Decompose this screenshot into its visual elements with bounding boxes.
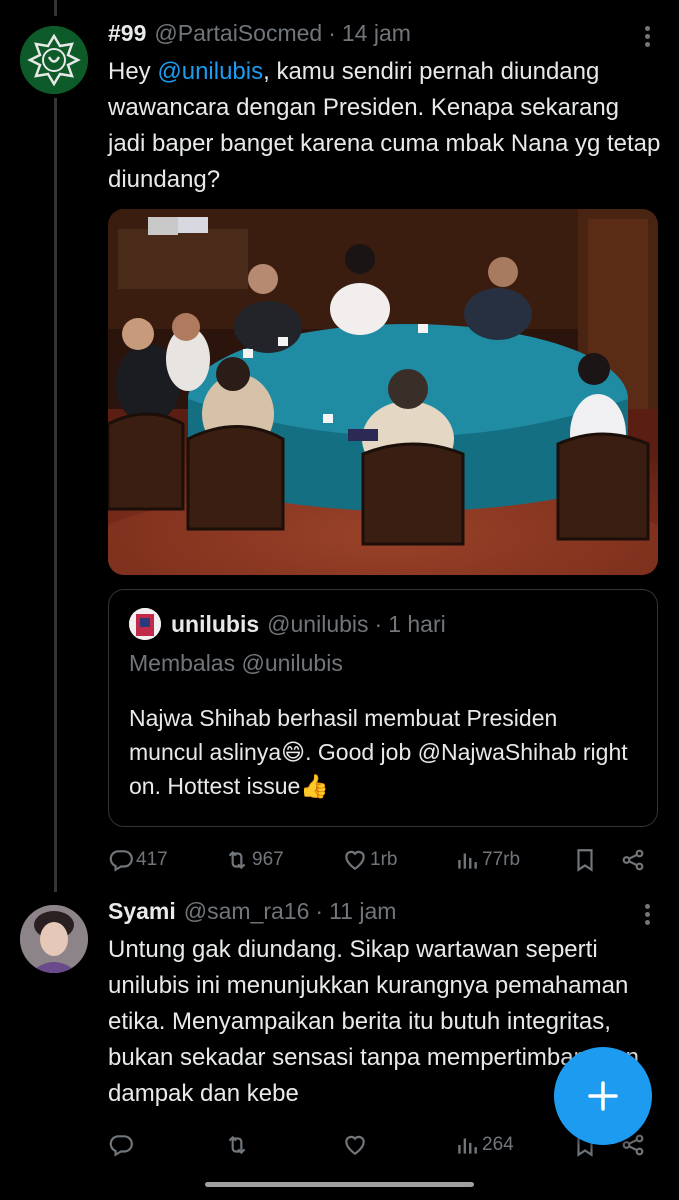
- tweet-photo[interactable]: [108, 209, 658, 575]
- like-button[interactable]: [342, 1132, 370, 1158]
- compose-button[interactable]: [554, 1047, 652, 1145]
- bookmark-icon: [577, 849, 593, 872]
- thread-connector-top: [54, 0, 57, 16]
- views-icon: [458, 853, 477, 869]
- display-name[interactable]: Syami: [108, 898, 176, 925]
- repost-button[interactable]: 967: [224, 847, 284, 873]
- quoted-avatar: [129, 608, 161, 640]
- profile-photo: [20, 905, 88, 973]
- separator-dot: ·: [374, 610, 383, 637]
- quoted-handle: @unilubis: [267, 610, 369, 637]
- repost-count: 967: [252, 849, 284, 870]
- tweet-header: Syami @sam_ra16 · 11 jam: [108, 898, 661, 932]
- avatar-partaisocmed[interactable]: [20, 26, 88, 94]
- user-handle[interactable]: @sam_ra16: [184, 898, 310, 925]
- reply-button[interactable]: [108, 1132, 136, 1158]
- quoted-display-name: unilubis: [171, 610, 260, 637]
- gesture-home-bar[interactable]: [205, 1182, 474, 1187]
- views-button[interactable]: 77rb: [454, 847, 520, 873]
- tweet-text: Hey @unilubis, kamu sendiri pernah diund…: [108, 58, 661, 193]
- avatar-syami[interactable]: [20, 905, 88, 973]
- like-icon: [345, 850, 365, 870]
- tweet-partaisocmed[interactable]: #99 @PartaiSocmed · 14 jam Hey @unilubis…: [108, 20, 661, 881]
- round-table-interview-image: [108, 209, 658, 575]
- more-icon[interactable]: [633, 26, 661, 50]
- repost-button[interactable]: [224, 1132, 252, 1158]
- tweet-time[interactable]: 11 jam: [329, 898, 396, 925]
- share-button[interactable]: [620, 847, 646, 873]
- quoted-time: 1 hari: [388, 610, 446, 637]
- compose-plus-icon: [588, 1081, 618, 1111]
- party-logo-icon: [20, 26, 88, 94]
- thread-connector: [54, 98, 57, 892]
- views-count: 264: [482, 1134, 514, 1155]
- replying-to: Membalas @unilubis: [129, 650, 343, 676]
- repost-icon: [228, 1135, 246, 1155]
- repost-icon: [228, 850, 246, 870]
- quoted-tweet[interactable]: unilubis @unilubis · 1 hari Membalas @un…: [108, 589, 658, 827]
- separator-dot: ·: [328, 20, 336, 46]
- quoted-header: unilubis @unilubis · 1 hari: [129, 608, 637, 640]
- bookmark-button[interactable]: [572, 847, 598, 873]
- more-icon[interactable]: [633, 904, 661, 928]
- tweet-actions: 417 967 1rb 77rb: [108, 841, 661, 881]
- like-icon: [345, 1135, 365, 1155]
- display-name[interactable]: #99: [108, 20, 146, 47]
- reply-count: 417: [136, 849, 168, 870]
- tweet-time[interactable]: 14 jam: [342, 20, 411, 47]
- quoted-text: Najwa Shihab berhasil membuat Presiden m…: [129, 705, 628, 799]
- like-button[interactable]: 1rb: [342, 847, 397, 873]
- mention-link[interactable]: @unilubis: [157, 58, 263, 85]
- reply-button[interactable]: 417: [108, 847, 168, 873]
- like-count: 1rb: [370, 849, 398, 870]
- tweet-header: #99 @PartaiSocmed · 14 jam: [108, 20, 661, 54]
- views-button[interactable]: 264: [454, 1132, 514, 1158]
- share-icon: [622, 849, 644, 871]
- reply-icon: [109, 1135, 133, 1157]
- views-icon: [458, 1138, 477, 1154]
- reply-icon: [109, 850, 133, 872]
- separator-dot: ·: [315, 898, 324, 924]
- views-count: 77rb: [482, 849, 521, 870]
- user-handle[interactable]: @PartaiSocmed: [154, 20, 322, 47]
